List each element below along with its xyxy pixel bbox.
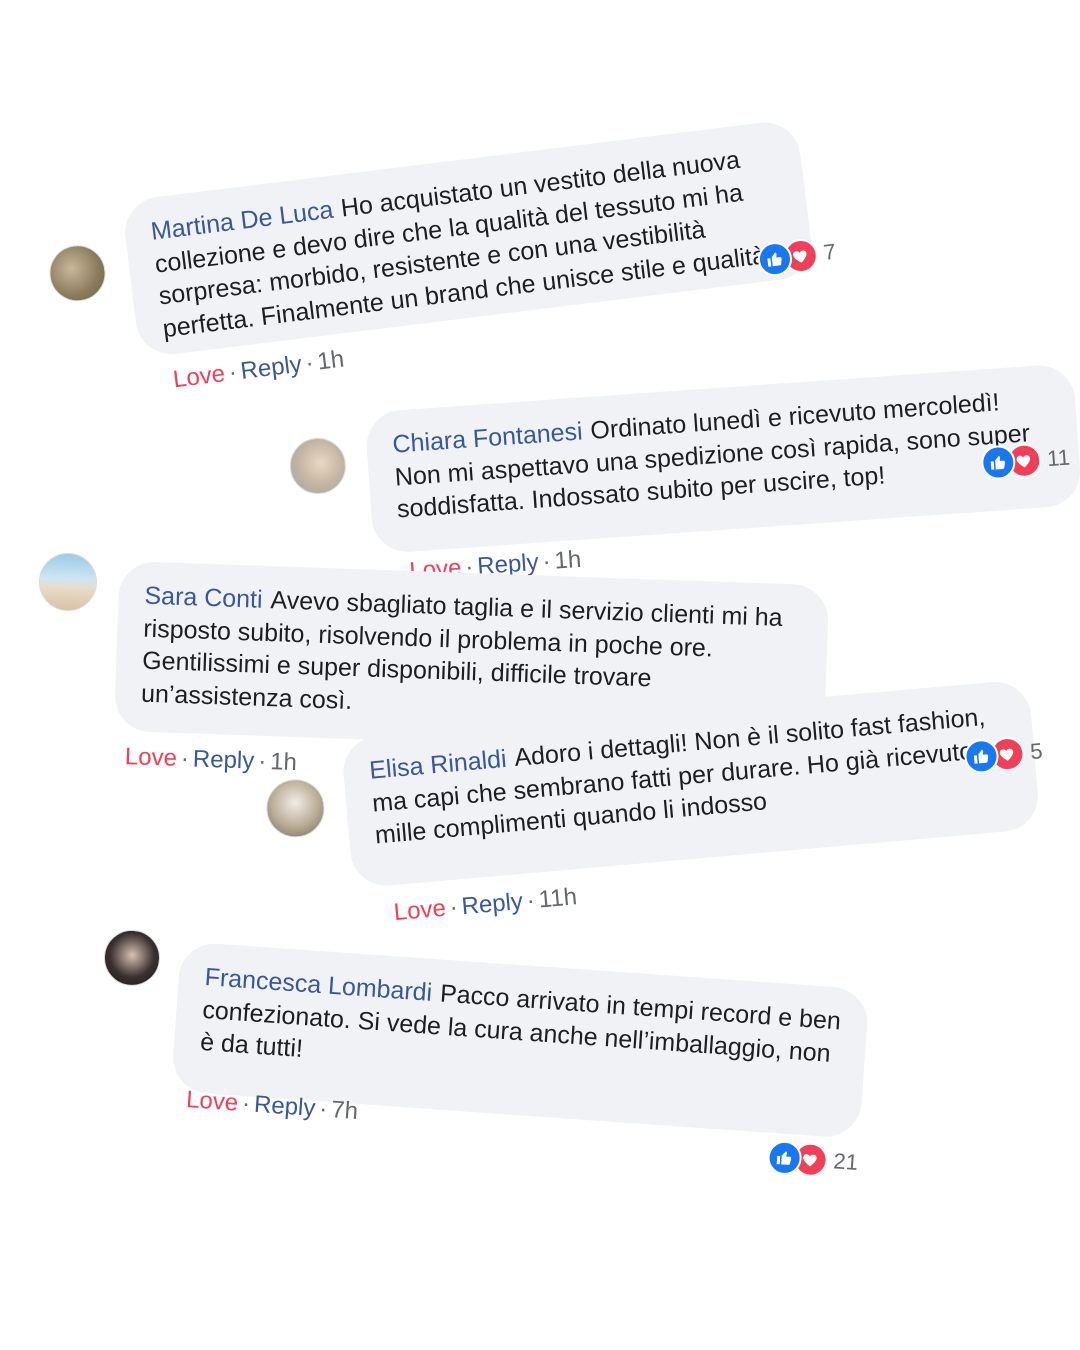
avatar[interactable] xyxy=(264,776,327,840)
reply-button[interactable]: Reply xyxy=(192,745,254,774)
reaction-count: 5 xyxy=(1029,738,1044,765)
timestamp[interactable]: 7h xyxy=(330,1096,359,1125)
reaction-count: 21 xyxy=(832,1148,859,1175)
timestamp[interactable]: 1h xyxy=(270,748,298,776)
comment-bubble: Chiara Fontanesi Ordinato lunedì e ricevu… xyxy=(364,363,1080,555)
reply-button[interactable]: Reply xyxy=(239,351,303,385)
comment-text: Ordinato lunedì e ricevuto mercoledì! No… xyxy=(393,388,1031,524)
timestamp[interactable]: 11h xyxy=(538,883,578,913)
avatar[interactable] xyxy=(37,552,98,612)
reactions[interactable]: 21 xyxy=(766,1139,859,1180)
timestamp[interactable]: 1h xyxy=(554,546,583,575)
love-button[interactable]: Love xyxy=(393,895,447,926)
author-name[interactable]: Sara Conti xyxy=(144,582,263,614)
love-button[interactable]: Love xyxy=(124,743,177,772)
reaction-count: 11 xyxy=(1046,444,1071,472)
comment-actions: Love·Reply·1h xyxy=(124,743,298,777)
love-button[interactable]: Love xyxy=(172,360,227,393)
reactions[interactable]: 5 xyxy=(963,734,1044,775)
avatar[interactable] xyxy=(102,928,162,988)
love-button[interactable]: Love xyxy=(185,1086,239,1117)
avatar[interactable] xyxy=(288,436,348,496)
comment-bubble: Martina De Luca Ho acquistato un vestito … xyxy=(121,118,816,359)
reply-button[interactable]: Reply xyxy=(253,1091,316,1122)
reactions[interactable]: 11 xyxy=(980,441,1071,481)
timestamp[interactable]: 1h xyxy=(316,346,346,376)
avatar[interactable] xyxy=(46,242,109,305)
reaction-count: 7 xyxy=(822,238,838,266)
comment-text: Ho acquistato un vestito della nuova col… xyxy=(153,145,775,343)
reply-button[interactable]: Reply xyxy=(460,888,523,920)
comment-actions: Love·Reply·1h xyxy=(171,345,346,394)
comments-screenshot: { "comments": [ { "author": "Martina De … xyxy=(0,0,1080,1350)
comment-actions: Love·Reply·11h xyxy=(392,883,579,927)
